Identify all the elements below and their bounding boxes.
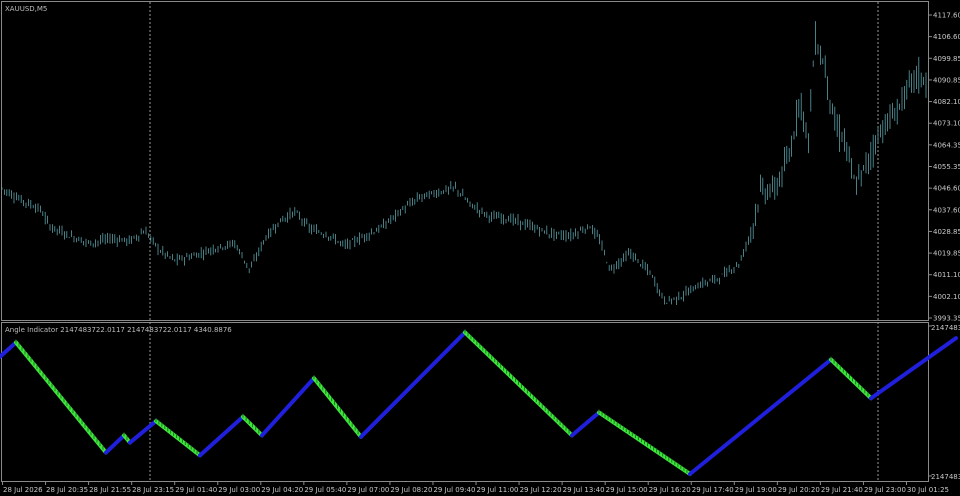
- price-label: 4037.60: [933, 206, 960, 214]
- price-label: 4011.10: [933, 271, 960, 279]
- time-label: 29 Jul 03:00: [218, 486, 260, 494]
- time-label: 29 Jul 12:20: [520, 486, 562, 494]
- price-label: 4073.10: [933, 120, 960, 128]
- time-label: 28 Jul 21:55: [89, 486, 131, 494]
- indicator-scale-top: 2147483722: [931, 324, 960, 332]
- time-label: 29 Jul 07:00: [347, 486, 389, 494]
- price-label: 4090.85: [933, 76, 960, 84]
- price-label: 4019.85: [933, 250, 960, 258]
- price-label: 4028.85: [933, 228, 960, 236]
- price-label: 4055.35: [933, 163, 960, 171]
- price-label: 3993.35: [933, 315, 960, 323]
- time-label: 29 Jul 05:40: [304, 486, 346, 494]
- time-label: 29 Jul 01:40: [175, 486, 217, 494]
- time-label: 29 Jul 04:20: [261, 486, 303, 494]
- price-scale[interactable]: 4117.60 4106.60 4099.85 4090.85 4082.10 4073.…: [929, 12, 960, 323]
- price-window-title: XAUUSD,M5: [5, 5, 47, 13]
- price-label: 4082.10: [933, 98, 960, 106]
- time-label: 29 Jul 19:00: [735, 486, 777, 494]
- time-label: 30 Jul 01:25: [907, 486, 949, 494]
- time-label: 29 Jul 15:00: [606, 486, 648, 494]
- trading-chart[interactable]: XAUUSD,M5 Angle Indicator 2147483722.011…: [0, 0, 960, 496]
- time-label: 29 Jul 11:00: [477, 486, 519, 494]
- indicator-window-title: Angle Indicator 2147483722.0117 21474837…: [5, 326, 232, 334]
- time-label: 28 Jul 2026: [3, 486, 43, 494]
- price-label: 4106.60: [933, 33, 960, 41]
- time-label: 29 Jul 20:20: [778, 486, 820, 494]
- time-label: 29 Jul 23:00: [864, 486, 906, 494]
- indicator-window-frame: [1, 322, 929, 482]
- price-label: 4046.60: [933, 185, 960, 193]
- time-axis[interactable]: 28 Jul 2026 28 Jul 20:35 28 Jul 21:55 28 Ju…: [2, 482, 949, 494]
- price-label: 4099.85: [933, 55, 960, 63]
- time-label: 29 Jul 17:40: [692, 486, 734, 494]
- time-label: 28 Jul 23:15: [132, 486, 174, 494]
- time-label: 29 Jul 13:40: [563, 486, 605, 494]
- time-label: 29 Jul 16:20: [649, 486, 691, 494]
- price-label: 4117.60: [933, 12, 960, 20]
- time-label: 29 Jul 09:40: [433, 486, 475, 494]
- price-label: 4064.35: [933, 141, 960, 149]
- time-label: 29 Jul 08:20: [390, 486, 432, 494]
- time-label: 28 Jul 20:35: [46, 486, 88, 494]
- time-label: 29 Jul 21:40: [821, 486, 863, 494]
- price-label: 4002.10: [933, 293, 960, 301]
- indicator-scale-bottom: 2147483722: [931, 473, 960, 481]
